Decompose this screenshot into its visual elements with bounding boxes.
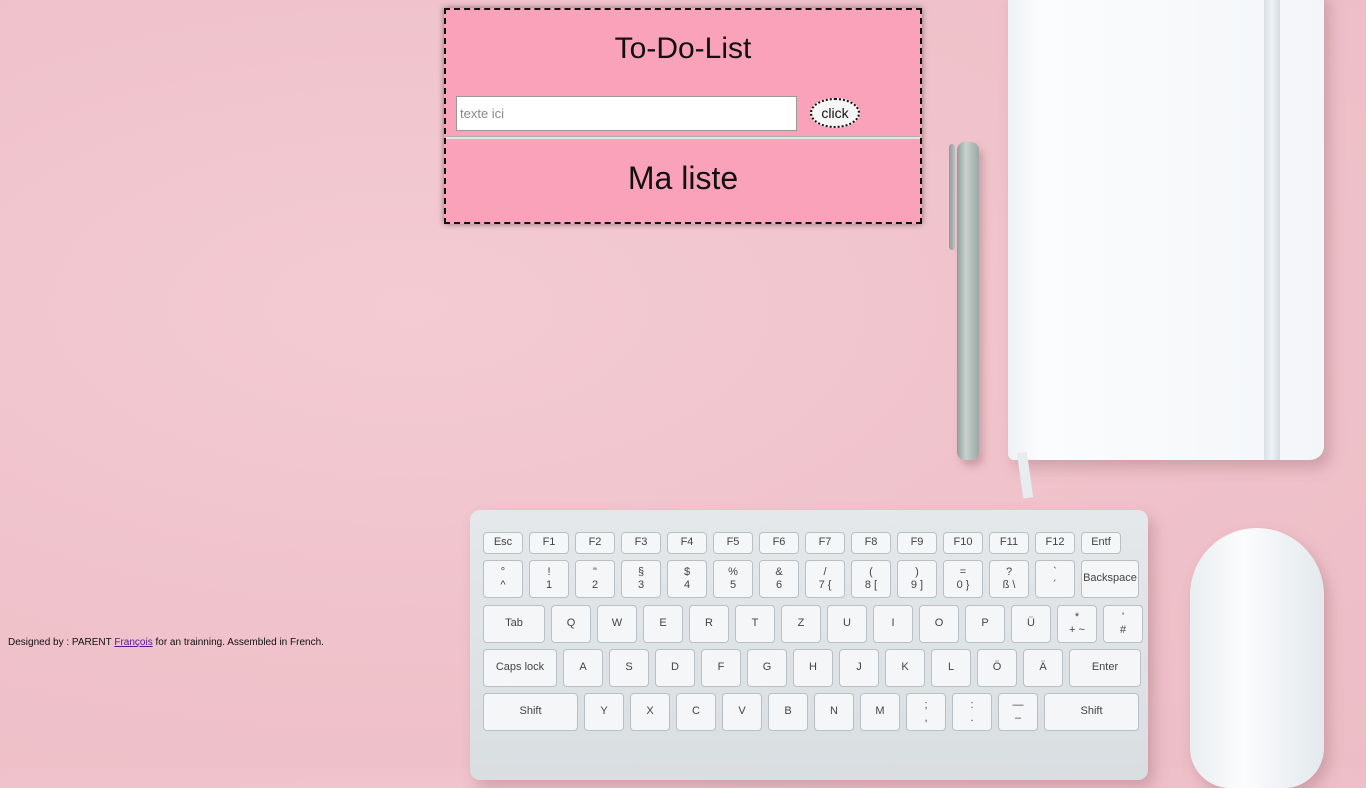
keyboard-key: R: [689, 605, 729, 643]
keyboard-key: : .: [952, 693, 992, 731]
keyboard-key: & 6: [759, 560, 799, 598]
task-input[interactable]: [456, 96, 797, 131]
keyboard-key: J: [839, 649, 879, 687]
keyboard-key: N: [814, 693, 854, 731]
keyboard-key: ( 8 [: [851, 560, 891, 598]
notebook-image: [1008, 0, 1324, 499]
keyboard-key: S: [609, 649, 649, 687]
keyboard-key: % 5: [713, 560, 753, 598]
notebook-elastic-band: [1264, 0, 1280, 460]
keyboard-key: A: [563, 649, 603, 687]
keyboard-key: Esc: [483, 532, 523, 554]
keyboard-key: F9: [897, 532, 937, 554]
pen-clip: [949, 144, 955, 250]
keyboard-key: I: [873, 605, 913, 643]
keyboard-key: ) 9 ]: [897, 560, 937, 598]
keyboard-key: H: [793, 649, 833, 687]
keyboard-key: / 7 {: [805, 560, 845, 598]
footer-prefix: Designed by : PARENT: [8, 637, 115, 648]
todo-card: To-Do-List click Ma liste: [444, 8, 922, 224]
keyboard-key: U: [827, 605, 867, 643]
mouse-image: [1190, 528, 1324, 788]
footer-credit: Designed by : PARENT François for an tra…: [8, 637, 324, 648]
keyboard-key: F2: [575, 532, 615, 554]
list-heading: Ma liste: [627, 160, 739, 196]
keyboard-key: § 3: [621, 560, 661, 598]
keyboard-key: Entf: [1081, 532, 1121, 554]
keyboard-key: F6: [759, 532, 799, 554]
keyboard-key: W: [597, 605, 637, 643]
keyboard-key: — –: [998, 693, 1038, 731]
pen-image: [949, 142, 979, 460]
keyboard-key: L: [931, 649, 971, 687]
keyboard-key: V: [722, 693, 762, 731]
keyboard-key: Z: [781, 605, 821, 643]
keyboard-key: F12: [1035, 532, 1075, 554]
keyboard-key: ? ß \: [989, 560, 1029, 598]
keyboard-key: F8: [851, 532, 891, 554]
author-link[interactable]: François: [114, 637, 152, 648]
keyboard-key: D: [655, 649, 695, 687]
keyboard-key: F5: [713, 532, 753, 554]
footer-suffix: for an trainning. Assembled in French.: [152, 637, 324, 648]
keyboard-key: P: [965, 605, 1005, 643]
keyboard-key: = 0 }: [943, 560, 983, 598]
keyboard-key: Caps lock: [483, 649, 557, 687]
keyboard-key: ' #: [1103, 605, 1143, 643]
keyboard-key: E: [643, 605, 683, 643]
keyboard-key: Y: [584, 693, 624, 731]
keyboard-key: Q: [551, 605, 591, 643]
keyboard-key: F: [701, 649, 741, 687]
keyboard-key: T: [735, 605, 775, 643]
keyboard-key: M: [860, 693, 900, 731]
add-task-button[interactable]: click: [810, 98, 860, 128]
keyboard-key: F4: [667, 532, 707, 554]
keyboard-key: Backspace: [1081, 560, 1139, 598]
keyboard-key: Ü: [1011, 605, 1051, 643]
keyboard-key: F10: [943, 532, 983, 554]
keyboard-key: K: [885, 649, 925, 687]
keyboard-key: Enter: [1069, 649, 1141, 687]
keyboard-key: F11: [989, 532, 1029, 554]
divider: [446, 136, 920, 139]
keyboard-key: Shift: [483, 693, 578, 731]
keyboard-key: C: [676, 693, 716, 731]
keyboard-key: Ö: [977, 649, 1017, 687]
keyboard-key: B: [768, 693, 808, 731]
keyboard-image: Esc F1 F2 F3 F4 F5 F6 F7 F8 F9 F10 F11 F12 Entf ° ^! 1…: [470, 510, 1148, 780]
keyboard-key: X: [630, 693, 670, 731]
keyboard-key: F1: [529, 532, 569, 554]
keyboard-key: ; ,: [906, 693, 946, 731]
keyboard-key: O: [919, 605, 959, 643]
keyboard-key: ` ´: [1035, 560, 1075, 598]
keyboard-key: F7: [805, 532, 845, 554]
keyboard-key: * + ~: [1057, 605, 1097, 643]
keyboard-key: Shift: [1044, 693, 1139, 731]
keyboard-key: $ 4: [667, 560, 707, 598]
page-title: To-Do-List: [614, 32, 752, 65]
keyboard-key: G: [747, 649, 787, 687]
keyboard-key: F3: [621, 532, 661, 554]
notebook-ribbon: [1016, 451, 1034, 499]
keyboard-key: Ä: [1023, 649, 1063, 687]
keyboard-key: ! 1: [529, 560, 569, 598]
keyboard-key: Tab: [483, 605, 545, 643]
keyboard-key: ° ^: [483, 560, 523, 598]
keyboard-key: " 2: [575, 560, 615, 598]
